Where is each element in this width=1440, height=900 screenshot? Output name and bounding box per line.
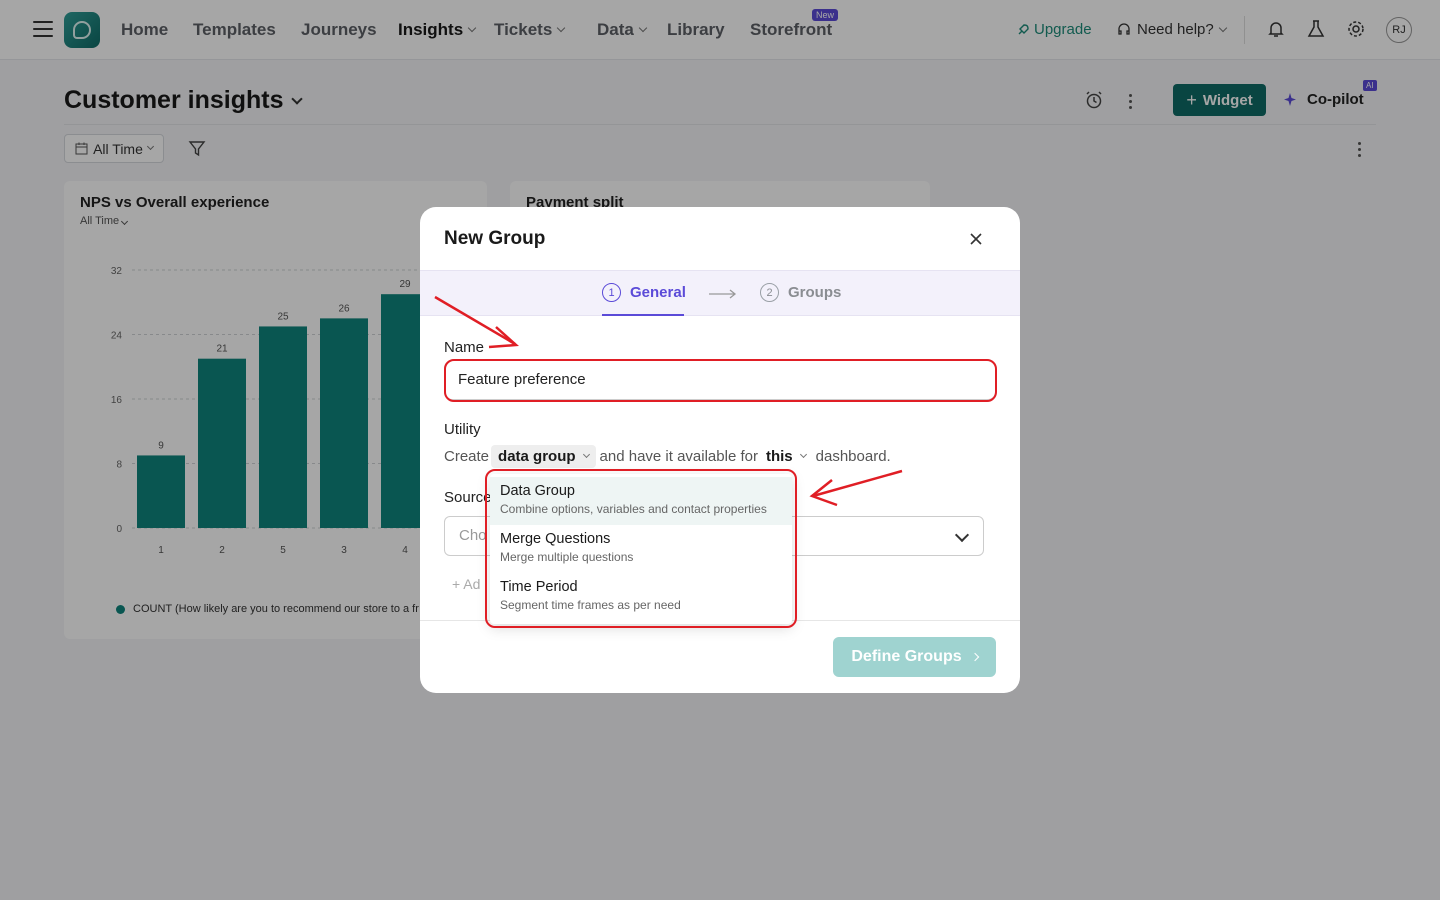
step-general[interactable]: 1 General	[602, 283, 686, 302]
add-source-link[interactable]: + Ad	[452, 576, 480, 592]
step-label: General	[630, 284, 686, 301]
stepper: 1 General 2 Groups	[420, 270, 1020, 316]
chevron-down-icon	[582, 450, 590, 459]
chevron-right-icon	[970, 652, 979, 662]
define-groups-button[interactable]: Define Groups	[833, 637, 996, 677]
scope-select[interactable]: this	[766, 448, 807, 465]
highlight-box-name	[444, 359, 997, 402]
step-groups[interactable]: 2 Groups	[760, 283, 841, 302]
step-number: 1	[602, 283, 621, 302]
utility-label: Utility	[444, 421, 481, 438]
chevron-down-icon	[799, 450, 807, 459]
utility-sentence: Create data group and have it available …	[444, 445, 891, 468]
step-label: Groups	[788, 284, 842, 301]
utility-text: and have it available for	[599, 448, 758, 465]
utility-text: dashboard.	[815, 448, 891, 465]
arrow-right-icon	[709, 289, 737, 299]
close-icon[interactable]	[968, 231, 984, 247]
step-number: 2	[760, 283, 779, 302]
modal-title: New Group	[444, 228, 546, 249]
highlight-box-dropdown	[485, 469, 797, 628]
group-type-select[interactable]: data group	[491, 445, 596, 468]
active-step-indicator	[602, 314, 684, 316]
chevron-down-icon	[954, 527, 970, 543]
utility-text: Create	[444, 448, 490, 465]
name-label: Name	[444, 339, 485, 356]
